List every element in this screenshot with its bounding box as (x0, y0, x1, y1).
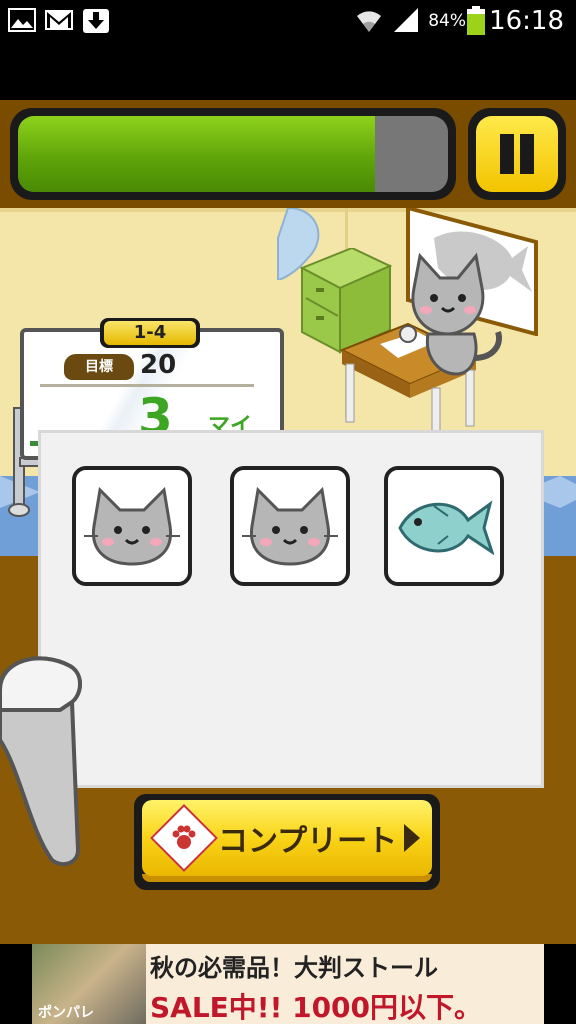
goal-value: 20 (140, 350, 177, 380)
ad-banner[interactable]: ポンパレ 秋の必需品！大判ストール SALE中!! 1000円以下。 (32, 944, 544, 1024)
fish-icon (398, 500, 494, 556)
gmail-icon (45, 10, 73, 30)
ad-brand: ポンパレ (38, 1005, 94, 1021)
cat-face-icon (242, 486, 338, 566)
game-screen: 1-4 目標 20 3 マイ コンプリート (0, 100, 576, 944)
complete-button-frame: コンプリート (134, 794, 440, 890)
timer-bar-track (18, 116, 448, 192)
clock-time: 16:18 (489, 6, 564, 36)
card-cat-1[interactable] (72, 466, 192, 586)
level-text: 1-4 (104, 321, 196, 345)
pause-button-frame (468, 108, 566, 200)
complete-button-label: コンプリート (218, 824, 398, 859)
timer-bar (10, 108, 456, 200)
paw-icon (150, 804, 218, 872)
battery-icon (467, 6, 485, 35)
signal-icon (394, 8, 418, 32)
gallery-icon (8, 8, 36, 32)
status-bar: 84% 16:18 (0, 0, 576, 42)
cat-paw-icon (0, 656, 82, 867)
card-fish[interactable] (384, 466, 504, 586)
teacher-cat-icon (399, 252, 502, 376)
wifi-icon (357, 11, 381, 32)
top-margin (0, 42, 576, 100)
goal-label: 目標 (64, 354, 134, 380)
ad-headline: 秋の必需品！大判ストール (150, 954, 438, 982)
ad-subline: SALE中!! 1000円以下。 (150, 991, 483, 1024)
pause-button[interactable] (476, 116, 558, 192)
timer-bar-fill (18, 116, 375, 192)
battery-percent: 84% (428, 11, 466, 31)
top-bar (0, 100, 576, 208)
complete-button[interactable]: コンプリート (142, 800, 432, 876)
download-icon (83, 9, 109, 33)
level-badge: 1-4 (100, 318, 200, 348)
cat-face-icon (84, 486, 180, 566)
arrow-right-icon (404, 824, 420, 852)
card-cat-2[interactable] (230, 466, 350, 586)
